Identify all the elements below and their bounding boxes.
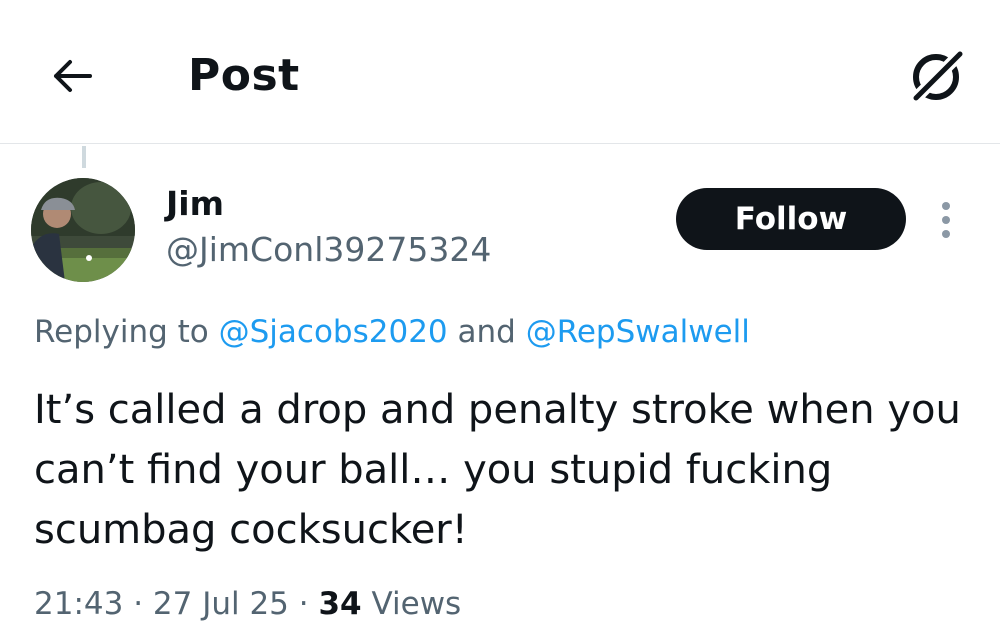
top-bar: Post [0,0,1000,144]
avatar[interactable] [31,178,135,282]
author-handle[interactable]: @JimConl39275324 [166,230,491,270]
follow-button[interactable]: Follow [676,188,906,250]
page-title: Post [188,50,300,101]
more-options-button[interactable] [926,192,966,248]
tweet-text: It’s called a drop and penalty stroke wh… [34,387,961,553]
grok-icon [908,46,968,106]
thread-connector-line [82,146,86,168]
mention-link[interactable]: @Sjacobs2020 [219,314,448,350]
back-button[interactable] [44,48,100,104]
arrow-left-icon [54,60,92,92]
replying-to-label: Replying to [34,314,219,350]
author-display-name[interactable]: Jim [166,184,224,224]
tweet-metadata: 21:43 · 27 Jul 25 · 34 Views [34,582,461,626]
mention-link[interactable]: @RepSwalwell [526,314,750,350]
replying-and-label: and [447,314,526,350]
more-vertical-icon [942,202,950,238]
tweet-date[interactable]: 27 Jul 25 [153,586,289,622]
separator: · [288,586,319,622]
views-label[interactable]: Views [362,586,461,622]
views-count[interactable]: 34 [318,586,361,622]
tweet-time[interactable]: 21:43 [34,586,123,622]
separator: · [123,586,153,622]
replying-to-line: Replying to @Sjacobs2020 and @RepSwalwel… [34,310,750,354]
grok-button[interactable] [902,40,972,110]
